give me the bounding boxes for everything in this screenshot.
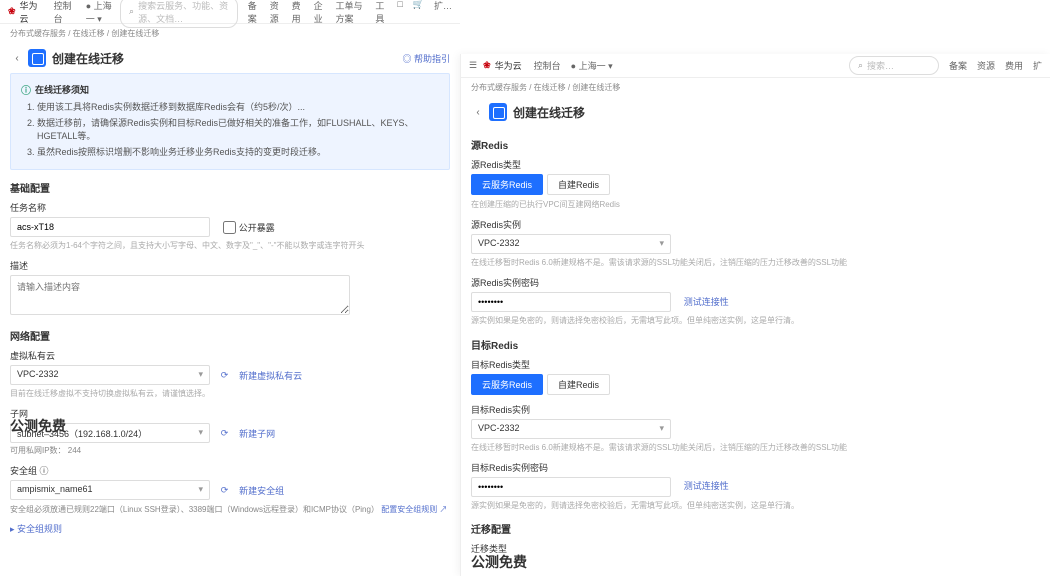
menu-icon[interactable]: ☰ — [469, 60, 477, 71]
task-name-hint: 任务名称必须为1-64个字符之间，且支持大小写字母、中文、数字及"_"、"-"不… — [10, 240, 450, 251]
left-window: ❀ 华为云 控制台 ● 上海一 ▾ 搜索云服务、功能、资源、文档… 备案 资源 … — [0, 0, 460, 576]
huawei-logo-icon: ❀ — [483, 60, 491, 71]
desc-textarea[interactable] — [10, 275, 350, 315]
subnet-label: 子网 — [10, 407, 450, 420]
sg-label: 安全组 ⓘ — [10, 464, 450, 477]
top-link[interactable]: 企业 — [314, 0, 326, 25]
back-arrow-icon[interactable]: ‹ — [10, 53, 24, 64]
src-inst-select[interactable]: VPC-2332 — [471, 234, 671, 254]
migration-type-label: 迁移类型 — [471, 542, 1040, 555]
brand-name: 华为云 — [20, 0, 42, 25]
sg-hint: 安全组必须放通已规则22端口（Linux SSH登录）、3389端口（Windo… — [10, 505, 379, 514]
sg-select[interactable]: ampismix_name61 — [10, 480, 210, 500]
page-title: 创建在线迁移 — [513, 104, 585, 121]
console-link[interactable]: 控制台 — [534, 59, 561, 72]
tgt-type-self-button[interactable]: 自建Redis — [547, 374, 610, 395]
page-title: 创建在线迁移 — [52, 50, 124, 67]
region-selector[interactable]: ● 上海一 ▾ — [86, 0, 120, 25]
tgt-inst-select[interactable]: VPC-2332 — [471, 419, 671, 439]
tgt-pwd-hint: 源实例如果是免密的，则请选择免密校验后，无需填写此项。但单纯密送实例，这是单行清… — [471, 500, 1040, 511]
new-subnet-link[interactable]: 新建子网 — [239, 427, 275, 440]
beta-free-label: 公测免费 — [471, 552, 527, 572]
global-search-input[interactable]: 搜索… — [849, 56, 939, 75]
notice-item: 使用该工具将Redis实例数据迁移到数据库Redis会有（约5秒/次）... — [37, 101, 439, 115]
refresh-icon[interactable]: ⟳ — [221, 428, 229, 439]
region-selector[interactable]: ● 上海一 ▾ — [571, 59, 613, 72]
tgt-inst-hint: 在线迁移暂时Redis 6.0新建规格不是。需该请求源的SSL功能关闭后，注销压… — [471, 442, 1040, 453]
tgt-pwd-input[interactable] — [471, 477, 671, 497]
migration-config-title: 迁移配置 — [471, 521, 1040, 536]
task-name-label: 任务名称 — [10, 201, 450, 214]
sg-rules-toggle[interactable]: 安全组规则 — [10, 522, 450, 535]
src-type-label: 源Redis类型 — [471, 158, 1040, 171]
tgt-type-label: 目标Redis类型 — [471, 358, 1040, 371]
top-link[interactable]: 费用 — [1005, 59, 1023, 72]
refresh-icon[interactable]: ⟳ — [221, 370, 229, 381]
help-guide-link[interactable]: ◎ 帮助指引 — [402, 52, 450, 65]
notice-title: 在线迁移须知 — [21, 82, 439, 97]
page-icon — [28, 49, 46, 67]
page-header: ‹ 创建在线迁移 — [461, 97, 1050, 127]
top-link[interactable]: 工具 — [375, 0, 387, 25]
src-pwd-label: 源Redis实例密码 — [471, 276, 1040, 289]
top-bar-right: ☰ ❀ 华为云 控制台 ● 上海一 ▾ 搜索… 备案 资源 费用 扩 — [461, 54, 1050, 78]
back-arrow-icon[interactable]: ‹ — [471, 107, 485, 118]
top-link[interactable]: 费用 — [292, 0, 304, 25]
notice-item: 虽然Redis按照标识增删不影响业务迁移业务Redis支持的变更时段迁移。 — [37, 146, 439, 160]
network-config-title: 网络配置 — [10, 328, 450, 343]
src-inst-hint: 在线迁移暂时Redis 6.0新建规格不是。需该请求源的SSL功能关闭后，注销压… — [471, 257, 1040, 268]
new-vpc-link[interactable]: 新建虚拟私有云 — [239, 369, 302, 382]
top-link[interactable]: 资源 — [977, 59, 995, 72]
notification-icon[interactable]: □ — [397, 0, 402, 25]
vpc-select[interactable]: VPC-2332 — [10, 365, 210, 385]
top-link[interactable]: 扩 — [1033, 59, 1042, 72]
notice-item: 数据迁移前，请确保源Redis实例和目标Redis已做好相关的准备工作，如FLU… — [37, 117, 439, 144]
top-right-links: 备案 资源 费用 扩 — [949, 59, 1042, 72]
tgt-pwd-label: 目标Redis实例密码 — [471, 461, 1040, 474]
subnet-ip-count: 可用私网IP数： 244 — [10, 445, 450, 456]
vpc-label: 虚拟私有云 — [10, 349, 450, 362]
top-right-links: 备案 资源 费用 企业 工单与方案 工具 □ 🛒 扩… — [248, 0, 452, 25]
huawei-logo-icon: ❀ — [8, 6, 16, 17]
src-type-hint: 在创建压缩的已执行VPC间互建网络Redis — [471, 199, 1040, 210]
src-inst-label: 源Redis实例 — [471, 218, 1040, 231]
source-redis-title: 源Redis — [471, 137, 1040, 152]
top-link[interactable]: 工单与方案 — [336, 0, 366, 25]
new-sg-link[interactable]: 新建安全组 — [239, 484, 284, 497]
tgt-inst-label: 目标Redis实例 — [471, 403, 1040, 416]
basic-config-title: 基础配置 — [10, 180, 450, 195]
breadcrumb[interactable]: 分布式缓存服务 / 在线迁移 / 创建在线迁移 — [461, 78, 1050, 97]
tgt-type-cloud-button[interactable]: 云服务Redis — [471, 374, 543, 395]
beta-free-label: 公测免费 — [10, 416, 66, 436]
page-header: ‹ 创建在线迁移 ◎ 帮助指引 — [0, 43, 460, 73]
brand-name: 华为云 — [495, 59, 522, 72]
more-icon[interactable]: 扩… — [434, 0, 452, 25]
top-bar-left: ❀ 华为云 控制台 ● 上海一 ▾ 搜索云服务、功能、资源、文档… 备案 资源 … — [0, 0, 460, 24]
global-search-input[interactable]: 搜索云服务、功能、资源、文档… — [120, 0, 238, 28]
task-name-input[interactable] — [10, 217, 210, 237]
right-window: ☰ ❀ 华为云 控制台 ● 上海一 ▾ 搜索… 备案 资源 费用 扩 分布式缓存… — [460, 54, 1050, 576]
src-pwd-hint: 源实例如果是免密的，则请选择免密校验后，无需填写此项。但单纯密送实例，这是单行清… — [471, 315, 1040, 326]
configure-sg-link[interactable]: 配置安全组规则 ↗ — [381, 505, 447, 514]
refresh-icon[interactable]: ⟳ — [221, 485, 229, 496]
vpc-hint: 目前在线迁移虚拟不支持切换虚拟私有云，请谨慎选择。 — [10, 388, 450, 399]
top-link[interactable]: 资源 — [270, 0, 282, 25]
src-type-cloud-button[interactable]: 云服务Redis — [471, 174, 543, 195]
public-checkbox[interactable]: 公开暴露 — [223, 221, 275, 234]
top-link[interactable]: 备案 — [248, 0, 260, 25]
src-type-self-button[interactable]: 自建Redis — [547, 174, 610, 195]
desc-label: 描述 — [10, 259, 450, 272]
src-pwd-input[interactable] — [471, 292, 671, 312]
migration-notice: 在线迁移须知 使用该工具将Redis实例数据迁移到数据库Redis会有（约5秒/… — [10, 73, 450, 170]
top-link[interactable]: 备案 — [949, 59, 967, 72]
tgt-test-connection-link[interactable]: 测试连接性 — [684, 481, 729, 491]
console-link[interactable]: 控制台 — [54, 0, 76, 25]
target-redis-title: 目标Redis — [471, 337, 1040, 352]
page-icon — [489, 103, 507, 121]
cart-icon[interactable]: 🛒 — [413, 0, 424, 25]
src-test-connection-link[interactable]: 测试连接性 — [684, 297, 729, 307]
